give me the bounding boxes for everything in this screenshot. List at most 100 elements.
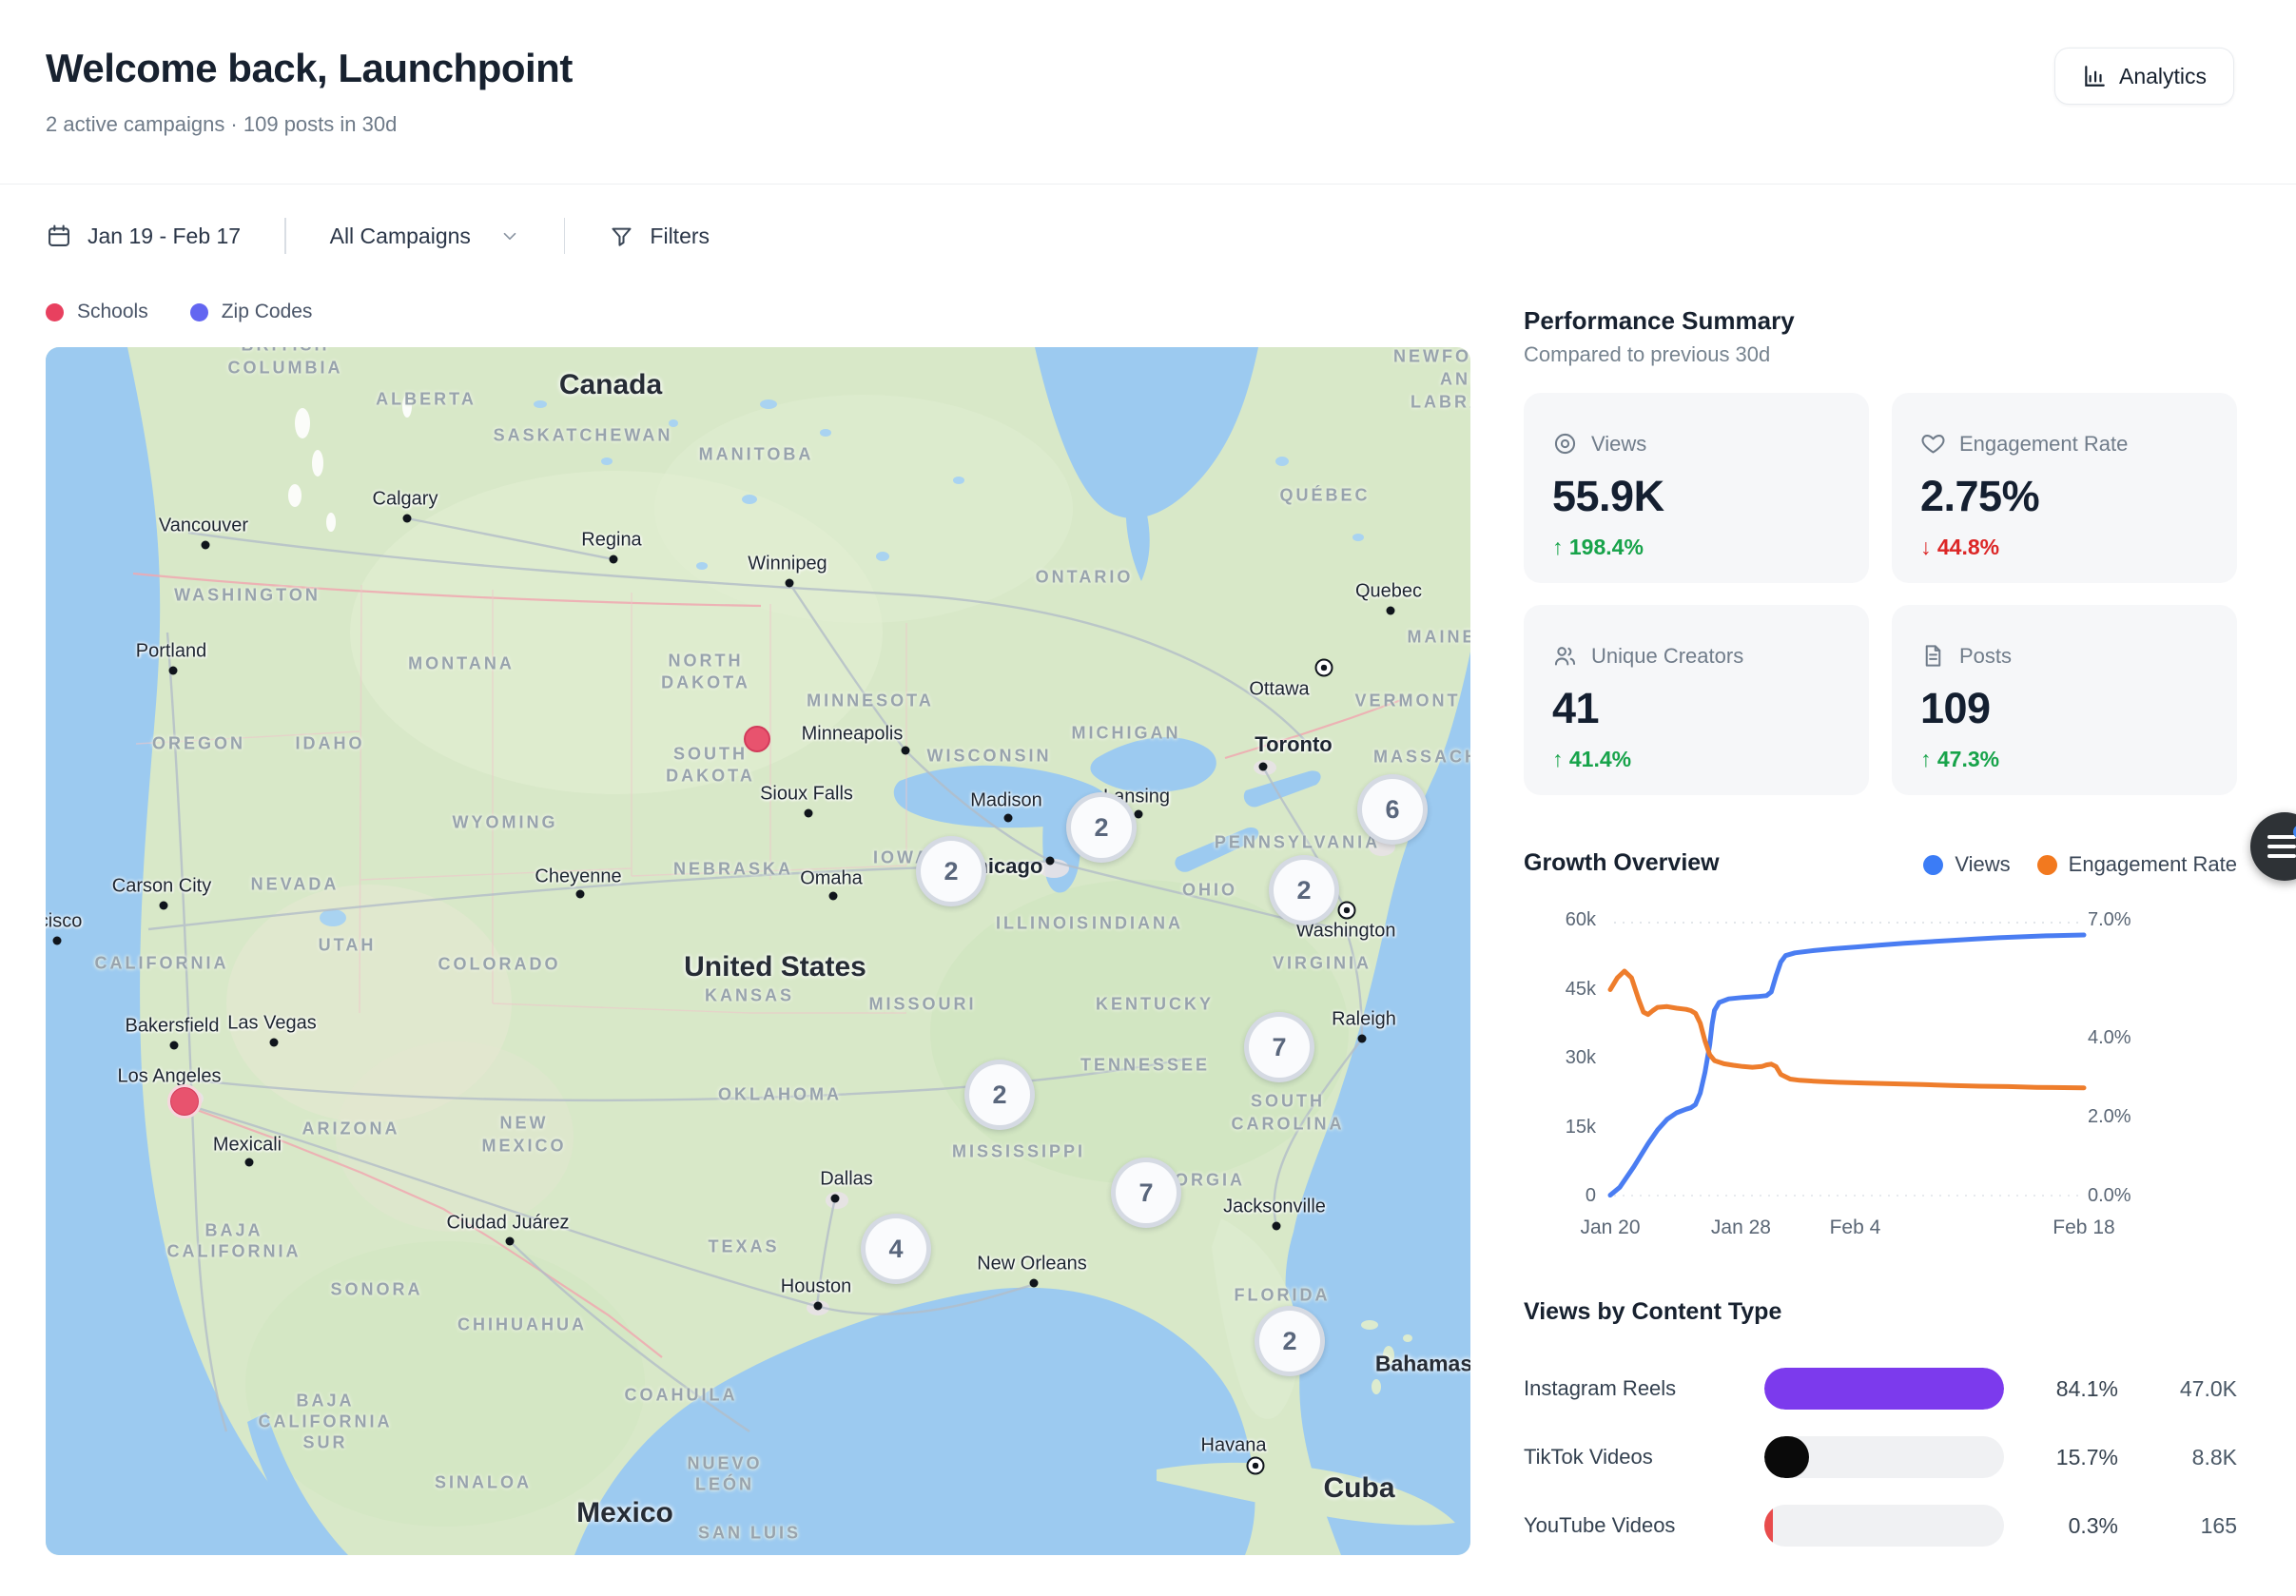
map-cluster-marker[interactable]: 2 bbox=[1269, 855, 1339, 925]
map-region-label: ONTARIO bbox=[1036, 568, 1134, 588]
city-dot bbox=[786, 579, 794, 588]
map-region-label: FLORIDA bbox=[1235, 1286, 1331, 1306]
kpi-value: 41 bbox=[1552, 684, 1840, 733]
map-region-label: MICHIGAN bbox=[1072, 724, 1181, 744]
map-region-label: WYOMING bbox=[453, 813, 558, 833]
content-bar-track bbox=[1764, 1368, 2004, 1410]
city-dot bbox=[1259, 763, 1268, 771]
filters-button[interactable]: Filters bbox=[609, 224, 710, 249]
performance-summary-title: Performance Summary bbox=[1524, 306, 1795, 336]
city-dot bbox=[1387, 607, 1395, 615]
city-label: Carson City bbox=[112, 876, 211, 898]
city-dot bbox=[902, 747, 910, 755]
filter-bar: Jan 19 - Feb 17 All Campaigns Filters bbox=[46, 211, 710, 261]
post-icon bbox=[1920, 643, 1946, 669]
map-region-label: COAHUILA bbox=[625, 1386, 738, 1406]
legend-label: Zip Codes bbox=[222, 301, 313, 323]
map-cluster-marker[interactable]: 7 bbox=[1111, 1158, 1181, 1228]
kpi-delta: ↑ 47.3% bbox=[1920, 747, 2208, 772]
map-region-label: SAN LUIS bbox=[698, 1524, 801, 1544]
map-region-label: ARIZONA bbox=[302, 1119, 400, 1139]
city-dot bbox=[576, 890, 585, 899]
map-region-label: IDAHO bbox=[296, 734, 365, 754]
x-axis-tick: Jan 28 bbox=[1711, 1216, 1771, 1239]
x-axis-tick: Jan 20 bbox=[1580, 1216, 1640, 1239]
bar-chart-icon bbox=[2082, 64, 2107, 88]
chevron-down-icon bbox=[499, 225, 520, 246]
map-region-label: NEW bbox=[500, 1114, 549, 1134]
campaign-selector[interactable]: All Campaigns bbox=[330, 224, 520, 249]
map-region-label: OREGON bbox=[152, 734, 245, 754]
growth-legend-item: Views bbox=[1923, 852, 2010, 877]
us-map[interactable]: BRITISHCOLUMBIAALBERTASASKATCHEWANMANITO… bbox=[46, 347, 1470, 1555]
content-type-title: Views by Content Type bbox=[1524, 1298, 1781, 1326]
growth-legend: Views Engagement Rate bbox=[1524, 852, 2237, 877]
date-range-label: Jan 19 - Feb 17 bbox=[88, 224, 241, 249]
city-label: Vancouver bbox=[159, 516, 248, 537]
floating-menu-button[interactable] bbox=[2250, 812, 2296, 881]
map-cluster-marker[interactable]: 6 bbox=[1357, 774, 1428, 845]
kpi-delta: ↓ 44.8% bbox=[1920, 535, 2208, 560]
school-marker[interactable] bbox=[744, 726, 770, 752]
map-marker-legend: Schools Zip Codes bbox=[46, 301, 312, 323]
legend-chip[interactable]: Schools bbox=[46, 301, 148, 323]
map-region-label: PENNSYLVANIA bbox=[1215, 833, 1380, 853]
legend-chip[interactable]: Zip Codes bbox=[190, 301, 313, 323]
city-label: Dallas bbox=[820, 1169, 873, 1191]
city-dot bbox=[270, 1039, 279, 1047]
map-region-label: CHIHUAHUA bbox=[457, 1315, 587, 1335]
legend-label: Schools bbox=[77, 301, 148, 323]
map-region-label: SONORA bbox=[330, 1280, 422, 1300]
content-row: TikTok Videos 15.7% 8.8K bbox=[1524, 1436, 2237, 1478]
axis-tick: 4.0% bbox=[2088, 1027, 2131, 1049]
series-dot-icon bbox=[1923, 855, 1943, 875]
city-label: Minneapolis bbox=[802, 724, 904, 746]
content-pct: 15.7% bbox=[2004, 1445, 2118, 1470]
map-region-label: AND bbox=[1440, 370, 1470, 390]
city-dot bbox=[805, 809, 813, 818]
map-cluster-marker[interactable]: 2 bbox=[964, 1060, 1035, 1130]
map-region-label: ILLINOIS bbox=[996, 914, 1091, 934]
map-country-label: Cuba bbox=[1324, 1472, 1395, 1505]
city-dot bbox=[1338, 902, 1356, 920]
kpi-label: Views bbox=[1591, 432, 1646, 457]
map-region-label: MASSACHUSET bbox=[1373, 748, 1470, 768]
city-dot bbox=[1046, 857, 1055, 866]
map-country-label: Canada bbox=[559, 369, 662, 401]
axis-tick: 2.0% bbox=[2088, 1106, 2131, 1128]
city-label: Omaha bbox=[800, 868, 863, 890]
map-region-label: SOUTH bbox=[673, 745, 748, 765]
map-cluster-marker[interactable]: 4 bbox=[861, 1214, 931, 1284]
map-region-label: DAKOTA bbox=[661, 673, 750, 693]
date-range-picker[interactable]: Jan 19 - Feb 17 bbox=[46, 223, 241, 249]
delta-arrow-icon: ↑ bbox=[1552, 535, 1564, 559]
map-cluster-marker[interactable]: 7 bbox=[1244, 1012, 1314, 1082]
map-region-label: LABRAD bbox=[1411, 393, 1470, 413]
map-region-label: COLUMBIA bbox=[228, 359, 343, 379]
city-dot bbox=[53, 937, 62, 945]
analytics-button[interactable]: Analytics bbox=[2054, 48, 2234, 105]
axis-tick: 45k bbox=[1524, 979, 1596, 1001]
map-region-label: BAJA bbox=[296, 1392, 354, 1411]
map-region-label: CAROLINA bbox=[1232, 1115, 1345, 1135]
filters-label: Filters bbox=[650, 224, 710, 249]
delta-arrow-icon: ↑ bbox=[1920, 747, 1932, 771]
map-cluster-marker[interactable]: 2 bbox=[916, 836, 986, 906]
kpi-card: Posts 109 ↑ 47.3% bbox=[1892, 605, 2237, 795]
city-label: Cheyenne bbox=[535, 866, 621, 888]
city-label: Portland bbox=[136, 641, 207, 663]
city-label: Las Vegas bbox=[227, 1013, 316, 1035]
school-marker[interactable] bbox=[167, 1084, 202, 1119]
map-region-label: SUR bbox=[302, 1433, 347, 1453]
map-cluster-marker[interactable]: 2 bbox=[1255, 1306, 1325, 1376]
city-dot bbox=[1247, 1457, 1265, 1475]
axis-tick: 60k bbox=[1524, 909, 1596, 931]
content-row: YouTube Videos 0.3% 165 bbox=[1524, 1505, 2237, 1547]
map-region-label: NEWFOUN bbox=[1393, 347, 1470, 367]
map-region-label: BAJA bbox=[204, 1221, 263, 1241]
city-label: Los Angeles bbox=[118, 1066, 222, 1088]
kpi-cards: Views 55.9K ↑ 198.4% Engagement Rate 2.7… bbox=[1524, 393, 2237, 795]
content-type-rows: Instagram Reels 84.1% 47.0K TikTok Video… bbox=[1524, 1368, 2237, 1573]
map-cluster-marker[interactable]: 2 bbox=[1066, 792, 1137, 863]
map-region-label: MINNESOTA bbox=[807, 691, 934, 711]
